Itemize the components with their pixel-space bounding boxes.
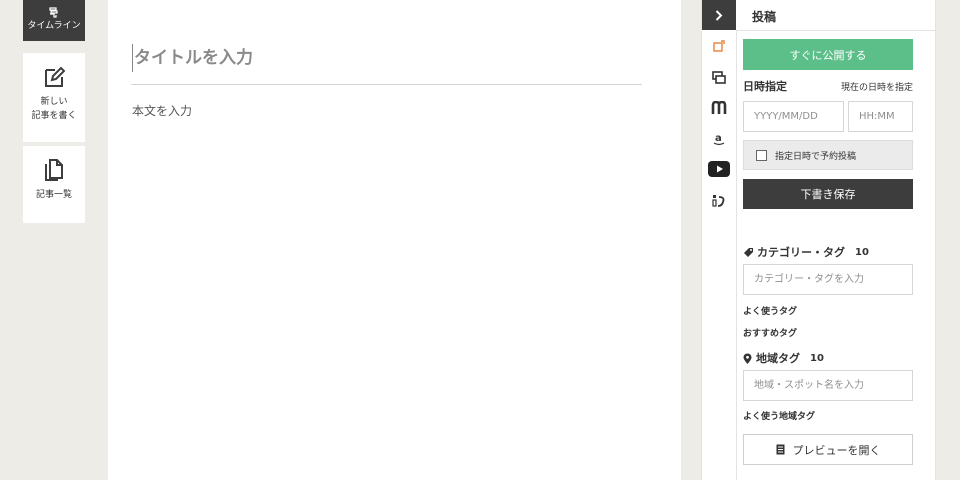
nav-timeline[interactable]: タイムライン (23, 0, 85, 41)
nav-post-list[interactable]: 記事一覧 (23, 146, 85, 223)
region-tag-input[interactable] (743, 370, 913, 401)
datetime-row: 日時指定 現在の日時を指定 (743, 79, 913, 93)
publish-now-button[interactable]: すぐに公開する (743, 39, 913, 70)
nav-new-post[interactable]: 新しい 記事を書く (23, 53, 85, 142)
set-current-datetime-link[interactable]: 現在の日時を指定 (841, 80, 913, 93)
body-input[interactable] (132, 100, 642, 122)
open-preview-label: プレビューを開く (792, 443, 881, 457)
region-tag-header: 地域タグ 10 (743, 351, 824, 365)
panel-content: すぐに公開する 日時指定 現在の日時を指定 指定日時で予約投稿 下書き保存 カテ… (701, 0, 936, 480)
title-divider (131, 84, 642, 85)
frequent-region-tags-link[interactable]: よく使う地域タグ (743, 409, 815, 422)
tag-icon (744, 247, 753, 257)
open-preview-button[interactable]: プレビューを開く (743, 434, 913, 465)
frequent-tags-link[interactable]: よく使うタグ (743, 304, 797, 317)
region-tag-count: 10 (810, 352, 824, 364)
category-tag-count: 10 (855, 246, 869, 258)
date-field[interactable] (743, 101, 844, 132)
schedule-post-option[interactable]: 指定日時で予約投稿 (743, 140, 913, 170)
category-tag-label: カテゴリー・タグ (757, 246, 845, 259)
recommended-tags-link[interactable]: おすすめタグ (743, 326, 797, 339)
title-input[interactable] (132, 44, 642, 72)
datetime-label: 日時指定 (743, 80, 787, 93)
schedule-label: 指定日時で予約投稿 (775, 151, 857, 162)
documents-icon (45, 159, 63, 181)
editor-area (108, 0, 681, 480)
map-pin-icon (743, 353, 752, 364)
category-tag-header: カテゴリー・タグ 10 (743, 245, 869, 259)
document-icon (776, 444, 784, 455)
schedule-checkbox[interactable] (756, 149, 767, 161)
nav-post-list-label: 記事一覧 (35, 190, 72, 200)
nav-timeline-label: タイムライン (27, 21, 81, 31)
time-field[interactable] (848, 101, 913, 132)
timeline-icon (49, 7, 58, 18)
category-tag-input[interactable] (743, 264, 913, 295)
edit-icon (45, 66, 65, 87)
nav-new-post-label: 新しい 記事を書く (31, 97, 77, 121)
region-tag-label: 地域タグ (756, 352, 800, 365)
save-draft-button[interactable]: 下書き保存 (743, 179, 913, 209)
